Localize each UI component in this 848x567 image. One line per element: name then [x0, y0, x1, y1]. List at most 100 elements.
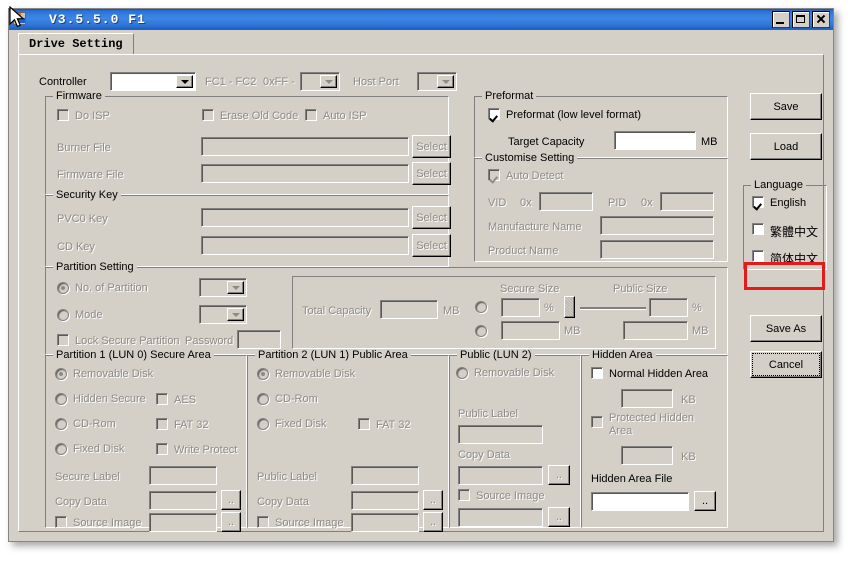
p2-removable-disk-radio[interactable] [257, 368, 269, 380]
p2-copy-data-input[interactable] [351, 491, 419, 510]
title-bar[interactable]: V3.5.5.0 F1 [9, 9, 833, 30]
firmware-file-select-button[interactable]: Select [412, 162, 451, 185]
p1-source-image-input[interactable] [149, 513, 217, 532]
pub-source-image-label: Source Image [476, 490, 545, 502]
p1-cdrom-radio[interactable] [55, 418, 67, 430]
tab-drive-setting[interactable]: Drive Setting [18, 33, 134, 55]
lock-secure-partition-checkbox[interactable] [57, 334, 69, 346]
public-size-percent-input[interactable] [649, 298, 688, 317]
pid-prefix-label: 0x [641, 197, 653, 209]
hidden-area-file-input[interactable] [591, 492, 689, 511]
p2-source-image-input[interactable] [351, 513, 419, 532]
partition-setting-group: Partition Setting No. of Partition Mode … [45, 261, 728, 355]
auto-isp-checkbox[interactable] [305, 109, 317, 121]
p2-public-label-input[interactable] [351, 466, 419, 485]
p1-secure-label-input[interactable] [149, 466, 217, 485]
pvc0-key-select-button[interactable]: Select [412, 206, 451, 229]
p2-source-image-browse-button[interactable]: .. [423, 512, 443, 532]
save-button[interactable]: Save [750, 93, 822, 120]
chevron-down-icon[interactable] [227, 308, 244, 321]
size-mb-radio[interactable] [475, 325, 487, 337]
app-icon[interactable] [13, 12, 27, 26]
language-english-checkbox[interactable] [752, 196, 764, 208]
pub-public-label-input[interactable] [458, 425, 543, 444]
size-percent-radio[interactable] [475, 301, 487, 313]
password-input[interactable] [237, 330, 281, 349]
host-port-label: Host Port [353, 76, 399, 88]
pub-removable-disk-radio[interactable] [456, 367, 468, 379]
public-size-mb-input[interactable] [623, 321, 688, 340]
p1-hidden-secure-radio[interactable] [55, 393, 67, 405]
maximize-button[interactable] [792, 11, 810, 28]
cd-key-input[interactable] [201, 236, 409, 255]
secure-size-mb-input[interactable] [501, 321, 560, 340]
secure-size-percent-input[interactable] [501, 298, 540, 317]
burner-file-input[interactable] [201, 137, 409, 156]
auto-detect-checkbox[interactable] [488, 169, 500, 181]
p2-source-image-checkbox[interactable] [257, 516, 269, 528]
p1-removable-disk-radio[interactable] [55, 368, 67, 380]
pub-source-image-input[interactable] [458, 508, 543, 527]
p2-fat32-checkbox[interactable] [358, 418, 370, 430]
pub-removable-disk-label: Removable Disk [474, 367, 555, 379]
chevron-down-icon[interactable] [227, 281, 244, 294]
p2-cdrom-radio[interactable] [257, 393, 269, 405]
normal-hidden-area-input[interactable] [621, 389, 673, 408]
controller-combo[interactable] [110, 72, 196, 91]
p1-source-image-checkbox[interactable] [55, 516, 67, 528]
size-slider-thumb[interactable] [564, 296, 575, 318]
pub-source-image-checkbox[interactable] [458, 489, 470, 501]
p1-copy-data-browse-button[interactable]: .. [221, 490, 241, 510]
language-traditional-chinese-checkbox[interactable] [752, 223, 764, 235]
p1-write-protect-checkbox[interactable] [156, 443, 168, 455]
cancel-button[interactable]: Cancel [750, 351, 822, 378]
no-of-partition-combo[interactable] [199, 278, 247, 297]
chevron-down-icon[interactable] [320, 75, 337, 88]
manufacture-name-input[interactable] [600, 216, 714, 235]
pub-copy-data-input[interactable] [458, 466, 543, 485]
pub-copy-data-browse-button[interactable]: .. [548, 465, 570, 485]
p1-fat32-checkbox[interactable] [156, 418, 168, 430]
pub-source-image-browse-button[interactable]: .. [548, 507, 570, 527]
chevron-down-icon[interactable] [176, 75, 193, 88]
preformat-checkbox[interactable] [488, 108, 500, 120]
pub-public-label-label: Public Label [458, 408, 518, 420]
target-capacity-input[interactable] [614, 131, 696, 150]
firmware-file-input[interactable] [201, 164, 409, 183]
product-name-input[interactable] [600, 240, 714, 259]
total-capacity-input[interactable] [380, 300, 438, 319]
pvc0-key-input[interactable] [201, 208, 409, 227]
host-port-combo[interactable] [417, 72, 457, 91]
protected-hidden-area-checkbox[interactable] [591, 416, 603, 428]
p1-copy-data-input[interactable] [149, 491, 217, 510]
close-button[interactable] [812, 11, 830, 28]
manufacture-name-label: Manufacture Name [488, 221, 582, 233]
chevron-down-icon[interactable] [437, 75, 454, 88]
firmware-group: Firmware Do ISP Erase Old Code Auto ISP … [45, 90, 451, 195]
vid-input[interactable] [539, 192, 593, 211]
save-as-button[interactable]: Save As [750, 315, 822, 342]
cd-key-label: CD Key [57, 241, 95, 253]
language-traditional-chinese-label: 繁體中文 [770, 225, 819, 239]
do-isp-checkbox[interactable] [57, 109, 69, 121]
hidden-area-file-browse-button[interactable]: .. [694, 491, 716, 511]
size-slider-track[interactable] [580, 307, 646, 309]
normal-hidden-area-checkbox[interactable] [591, 367, 603, 379]
p1-aes-checkbox[interactable] [156, 393, 168, 405]
p2-fixed-disk-radio[interactable] [257, 418, 269, 430]
hex-combo[interactable] [300, 72, 340, 91]
pid-input[interactable] [660, 192, 714, 211]
minimize-button[interactable] [772, 11, 790, 28]
no-of-partition-radio[interactable] [57, 282, 69, 294]
load-button[interactable]: Load [750, 133, 822, 160]
mode-combo[interactable] [199, 305, 247, 324]
cd-key-select-button[interactable]: Select [412, 234, 451, 257]
burner-file-select-button[interactable]: Select [412, 135, 451, 158]
protected-hidden-area-input[interactable] [621, 446, 673, 465]
p2-copy-data-browse-button[interactable]: .. [423, 490, 443, 510]
p1-source-image-browse-button[interactable]: .. [221, 512, 241, 532]
mode-radio[interactable] [57, 309, 69, 321]
language-simplified-chinese-checkbox[interactable] [752, 250, 764, 262]
p1-fixed-disk-radio[interactable] [55, 443, 67, 455]
erase-old-code-checkbox[interactable] [202, 109, 214, 121]
